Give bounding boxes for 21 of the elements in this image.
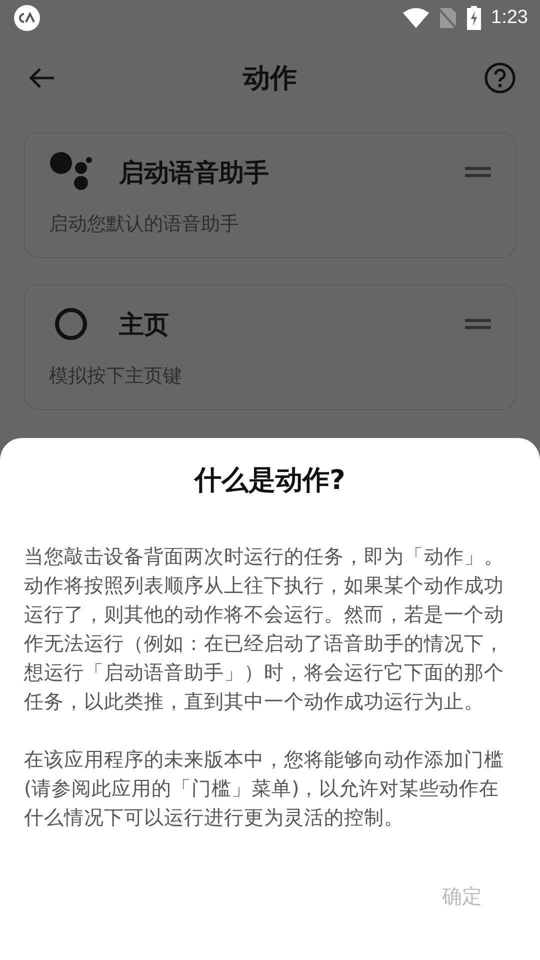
ok-button[interactable]: 确定 [432,877,492,916]
no-sim-icon [439,7,458,29]
action-title: 启动语音助手 [119,156,270,188]
dialog-paragraph: 当您敲击设备背面两次时运行的任务，即为「动作」。动作将按照列表顺序从上往下执行，如果某个动作成功运行了，则其他的动作将不会运行。然而，若是一个动作无法运行（例如：在已经启动了语音助手的情况下，想运行「启动语音助手」）时，将会运行它下面的那个任务，以此类推，直到其中一个动作成功运行为止。 [24,544,505,715]
status-time: 1:23 [491,7,528,29]
action-description: 启动您默认的语音助手 [49,212,240,237]
drag-handle-icon[interactable] [465,167,491,177]
action-card[interactable]: 主页 模拟按下主页键 [24,284,516,410]
action-card[interactable]: 启动语音助手 启动您默认的语音助手 [24,132,516,258]
help-button[interactable] [484,62,516,94]
app-logo-icon [14,5,40,31]
dialog-paragraph: 在该应用程序的未来版本中，您将能够向动作添加门槛(请参阅此应用的「门槛」菜单)，以允许对某些动作在什么情况下可以运行进行更为灵活的控制。 [24,747,505,831]
action-description: 模拟按下主页键 [49,364,183,389]
wifi-icon [403,8,430,28]
dots-icon [49,151,93,193]
back-button[interactable] [28,66,56,90]
dialog-title: 什么是动作? [192,464,346,498]
action-title: 主页 [119,308,170,340]
battery-charging-icon [467,6,482,30]
page-title: 动作 [243,62,297,96]
drag-handle-icon[interactable] [465,319,491,329]
